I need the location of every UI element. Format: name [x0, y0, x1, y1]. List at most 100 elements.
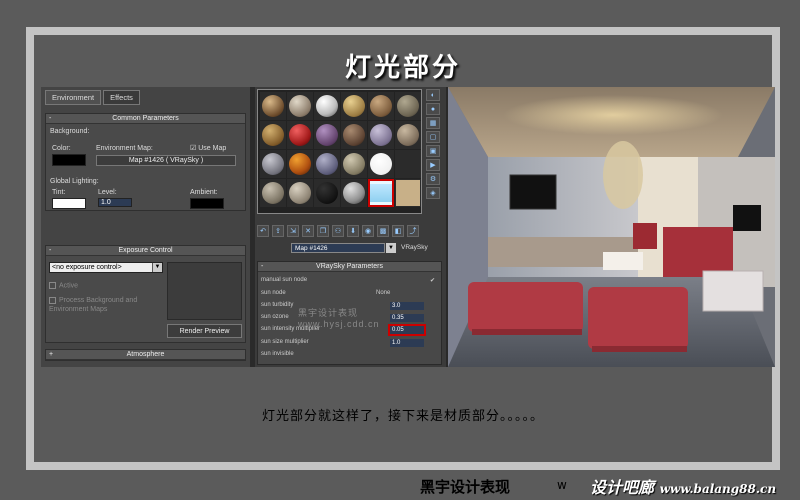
- background-icon[interactable]: ▦: [426, 117, 440, 129]
- exposure-preview: [167, 262, 242, 320]
- environment-panel: Environment Effects - Common Parameters B…: [41, 87, 250, 367]
- red-sofa: [663, 227, 733, 277]
- tv: [509, 174, 557, 210]
- map-type-label[interactable]: VRaySky: [401, 244, 428, 251]
- sample-type-icon[interactable]: ◐: [426, 89, 440, 101]
- vraysky-parameters-header[interactable]: - VRaySky Parameters: [258, 262, 441, 272]
- copy-material-icon[interactable]: ❐: [317, 225, 329, 237]
- global-lighting-label: Global Lighting:: [50, 178, 99, 185]
- exposure-control-rollout: - Exposure Control <no exposure control> …: [45, 245, 246, 343]
- sample-slot[interactable]: [341, 92, 367, 120]
- get-material-icon[interactable]: ↶: [257, 225, 269, 237]
- sample-slot[interactable]: [260, 92, 286, 120]
- render-svg: [448, 87, 775, 367]
- go-to-parent-icon[interactable]: ⤴: [407, 225, 419, 237]
- sample-slot[interactable]: [287, 179, 313, 207]
- sample-slot[interactable]: [260, 179, 286, 207]
- select-by-material-icon[interactable]: ◈: [426, 187, 440, 199]
- sun-node-button[interactable]: None: [376, 290, 390, 296]
- background-label: Background:: [50, 128, 90, 135]
- ambient-label: Ambient:: [190, 189, 218, 196]
- sample-slot[interactable]: [341, 121, 367, 149]
- environment-map-button[interactable]: Map #1426 ( VRaySky ): [96, 155, 236, 166]
- panel-watermark: 黑宇设计表现 www.hysj.cdd.cn: [298, 308, 380, 329]
- sample-slot[interactable]: [395, 150, 421, 178]
- active-checkbox[interactable]: Active: [49, 282, 78, 289]
- tab-environment[interactable]: Environment: [45, 90, 102, 105]
- vraysky-parameters-rollout: - VRaySky Parameters manual sun node ✔ su…: [257, 261, 442, 365]
- options-icon[interactable]: ⚙: [426, 173, 440, 185]
- sample-slot[interactable]: [314, 121, 340, 149]
- screenshot-area: Environment Effects - Common Parameters B…: [41, 87, 775, 367]
- sample-slot[interactable]: [395, 92, 421, 120]
- make-preview-icon[interactable]: ▶: [426, 159, 440, 171]
- manual-sun-node-checkbox[interactable]: ✔: [430, 277, 435, 284]
- footer: 黑宇设计表现 w 设计吧廊 www.balang88.cn: [0, 470, 800, 500]
- param-label: sun turbidity: [261, 302, 294, 308]
- param-label: sun size multiplier: [261, 339, 309, 345]
- chandelier: [603, 141, 643, 209]
- red-ottoman-right: [588, 287, 688, 349]
- sample-slot[interactable]: [287, 92, 313, 120]
- chevron-down-icon: ▼: [152, 263, 162, 272]
- assign-material-icon[interactable]: ⇲: [287, 225, 299, 237]
- atmosphere-rollout: + Atmosphere: [45, 349, 246, 361]
- show-map-icon[interactable]: ▩: [377, 225, 389, 237]
- sample-slots: [257, 89, 422, 214]
- sample-slot[interactable]: [260, 150, 286, 178]
- backlight-icon[interactable]: ●: [426, 103, 440, 115]
- selected-sample-slot-vraysky[interactable]: [368, 179, 394, 207]
- material-side-toolbar: ◐ ● ▦ ▢ ▣ ▶ ⚙ ◈: [426, 89, 443, 229]
- sample-slot[interactable]: [287, 150, 313, 178]
- exposure-control-header[interactable]: - Exposure Control: [46, 246, 245, 256]
- uv-tiling-icon[interactable]: ▢: [426, 131, 440, 143]
- exposure-type-dropdown[interactable]: <no exposure control> ▼: [49, 262, 163, 273]
- lamp-shade: [733, 205, 761, 231]
- env-map-label: Environment Map:: [96, 145, 153, 152]
- sample-slot[interactable]: [395, 121, 421, 149]
- level-label: Level:: [98, 189, 117, 196]
- chevron-down-icon: ▼: [386, 243, 396, 253]
- slide: 灯光部分 Environment Effects - Common Paramet…: [0, 0, 800, 500]
- tab-effects[interactable]: Effects: [103, 90, 140, 105]
- red-ottoman-left: [468, 282, 583, 332]
- footer-fragment: w: [557, 478, 567, 492]
- sample-slot[interactable]: [287, 121, 313, 149]
- material-id-icon[interactable]: ◉: [362, 225, 374, 237]
- sun-size-spinner[interactable]: 1.0: [390, 339, 424, 347]
- param-label: sun node: [261, 290, 286, 296]
- tint-color-swatch[interactable]: [52, 198, 86, 209]
- material-bottom-toolbar: ↶ ⇪ ⇲ ✕ ❐ ⚇ ⬇ ◉ ▩ ◧ ⤴: [257, 225, 419, 237]
- sample-slot[interactable]: [314, 179, 340, 207]
- put-to-library-icon[interactable]: ⬇: [347, 225, 359, 237]
- map-name-field[interactable]: Map #1426 ▼: [291, 243, 396, 253]
- sample-slot[interactable]: [341, 179, 367, 207]
- background-color-swatch[interactable]: [52, 154, 86, 166]
- site-watermark: 设计吧廊 www.balang88.cn: [590, 478, 777, 497]
- sample-slot[interactable]: [368, 150, 394, 178]
- make-unique-icon[interactable]: ⚇: [332, 225, 344, 237]
- param-label: manual sun node: [261, 277, 308, 283]
- common-parameters-header[interactable]: - Common Parameters: [46, 114, 245, 124]
- sample-slot[interactable]: [368, 92, 394, 120]
- render-preview-button[interactable]: Render Preview: [167, 324, 242, 338]
- reset-map-icon[interactable]: ✕: [302, 225, 314, 237]
- sample-slot[interactable]: [395, 179, 421, 207]
- atmosphere-header[interactable]: + Atmosphere: [46, 350, 245, 360]
- show-end-result-icon[interactable]: ◧: [392, 225, 404, 237]
- sample-slot[interactable]: [341, 150, 367, 178]
- common-parameters-rollout: - Common Parameters Background: Color: En…: [45, 113, 246, 211]
- put-to-scene-icon[interactable]: ⇪: [272, 225, 284, 237]
- material-editor: ◐ ● ▦ ▢ ▣ ▶ ⚙ ◈ ↶ ⇪ ⇲ ✕ ❐ ⚇ ⬇ ◉ ▩ ◧ ⤴ Ma…: [255, 87, 446, 367]
- ambient-color-swatch[interactable]: [190, 198, 224, 209]
- sample-slot[interactable]: [314, 92, 340, 120]
- sample-slot[interactable]: [314, 150, 340, 178]
- use-map-checkbox[interactable]: ☑ Use Map: [190, 144, 226, 152]
- level-spinner[interactable]: 1.0: [98, 198, 132, 207]
- sample-slot[interactable]: [260, 121, 286, 149]
- process-background-checkbox[interactable]: Process Background and Environment Maps: [49, 296, 159, 314]
- sample-slot[interactable]: [368, 121, 394, 149]
- slide-frame: 灯光部分 Environment Effects - Common Paramet…: [26, 27, 780, 470]
- param-label: sun invisible: [261, 351, 294, 357]
- video-check-icon[interactable]: ▣: [426, 145, 440, 157]
